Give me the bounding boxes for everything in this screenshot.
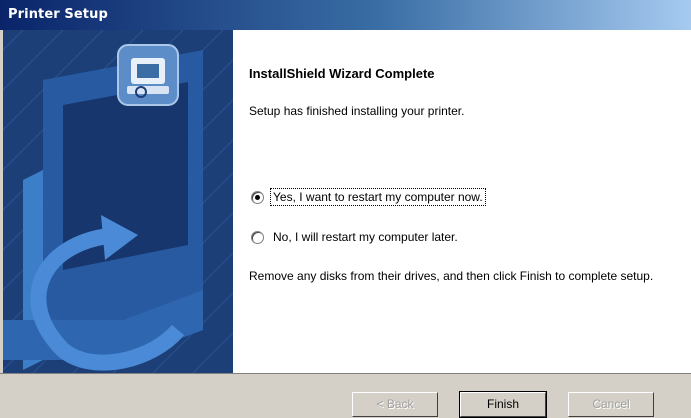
radio-button-unselected[interactable] xyxy=(251,230,264,244)
back-button[interactable]: < Back xyxy=(352,392,438,417)
radio-restart-later[interactable]: No, I will restart my computer later. xyxy=(251,229,460,245)
wizard-side-graphic xyxy=(3,30,233,373)
radio-label-restart-now[interactable]: Yes, I want to restart my computer now. xyxy=(270,188,486,206)
window-title: Printer Setup xyxy=(8,7,108,22)
wizard-finish-note: Remove any disks from their drives, and … xyxy=(249,269,654,283)
finish-button[interactable]: Finish xyxy=(459,391,547,418)
cancel-button[interactable]: Cancel xyxy=(568,392,654,417)
printer-setup-window: Printer Setup InstallShield Wizard Compl… xyxy=(0,0,691,418)
wizard-heading: InstallShield Wizard Complete xyxy=(249,66,435,81)
radio-button-selected[interactable] xyxy=(251,190,264,204)
computer-arrow-graphic-icon xyxy=(3,30,233,373)
button-bar: < Back Finish Cancel xyxy=(0,373,691,418)
wizard-subtext: Setup has finished installing your print… xyxy=(249,104,465,118)
wizard-content-panel: InstallShield Wizard Complete Setup has … xyxy=(233,30,691,373)
radio-label-restart-later[interactable]: No, I will restart my computer later. xyxy=(271,229,460,245)
radio-restart-now[interactable]: Yes, I want to restart my computer now. xyxy=(251,188,486,206)
title-bar[interactable]: Printer Setup xyxy=(0,0,691,30)
